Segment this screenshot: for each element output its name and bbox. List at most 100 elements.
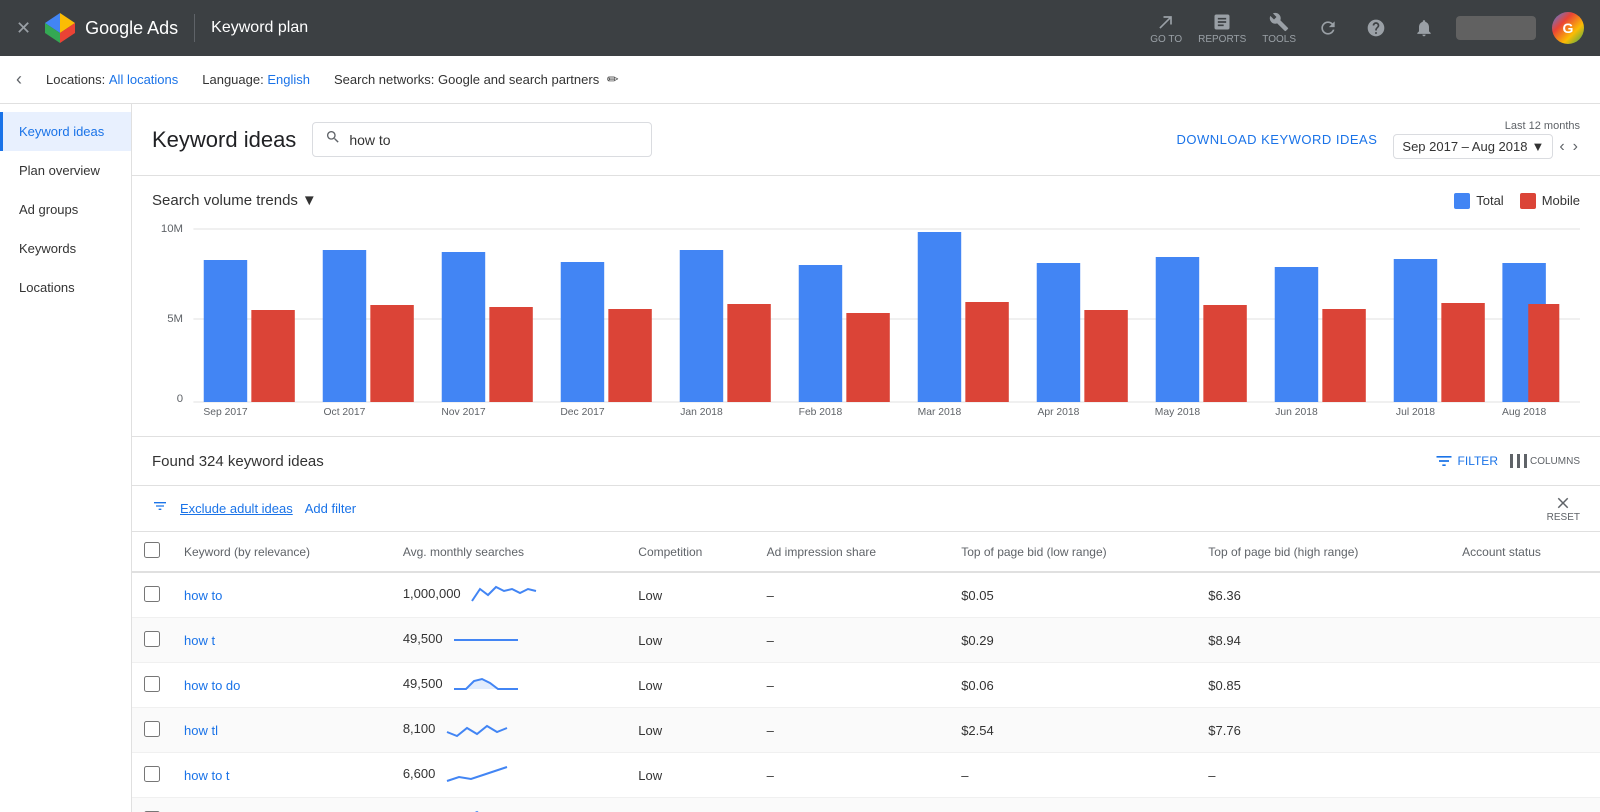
bar-feb2018-total xyxy=(799,265,842,402)
legend-total: Total xyxy=(1454,193,1503,209)
bar-jul2018-total xyxy=(1394,259,1437,402)
sub-navigation: ‹ Locations: All locations Language: Eng… xyxy=(0,56,1600,104)
keyword-ideas-header: Keyword ideas DOWNLOAD KEYWORD IDEAS Las… xyxy=(132,104,1600,176)
locations-filter: Locations: All locations xyxy=(46,72,178,87)
row-bid-low: – xyxy=(949,753,1196,798)
search-volume-trends-button[interactable]: Search volume trends ▼ xyxy=(152,192,317,209)
row-checkbox[interactable] xyxy=(144,721,160,737)
avatar[interactable]: G xyxy=(1552,12,1584,44)
download-keyword-ideas-button[interactable]: DOWNLOAD KEYWORD IDEAS xyxy=(1176,132,1377,147)
bar-mar2018-total xyxy=(918,232,961,402)
svg-text:Jul 2018: Jul 2018 xyxy=(1396,407,1435,417)
nav-divider xyxy=(194,14,195,42)
add-filter-link[interactable]: Add filter xyxy=(305,501,356,516)
sidebar-item-keywords[interactable]: Keywords xyxy=(0,229,131,268)
row-competition: Low xyxy=(626,708,754,753)
select-all-checkbox[interactable] xyxy=(144,542,160,558)
filter-button[interactable]: FILTER xyxy=(1434,451,1498,471)
top-navigation: ✕ Google Ads Keyword plan GO TO REPORTS … xyxy=(0,0,1600,56)
table-row: how to 1,000,000 Low – $0.05 $6.36 xyxy=(132,572,1600,618)
logo-container: Google Ads xyxy=(43,11,178,45)
found-count: Found 324 keyword ideas xyxy=(152,453,1434,470)
search-volume-chart: 10M 5M 0 Sep 2017 Oct 2017 xyxy=(152,217,1580,420)
sidebar-item-plan-overview[interactable]: Plan overview xyxy=(0,151,131,190)
row-checkbox[interactable] xyxy=(144,586,160,602)
row-checkbox-cell[interactable] xyxy=(132,798,172,812)
row-bid-high: $10.50 xyxy=(1196,798,1450,812)
row-checkbox[interactable] xyxy=(144,676,160,692)
language-filter: Language: English xyxy=(202,72,310,87)
filter-bar: Exclude adult ideas Add filter RESET xyxy=(132,486,1600,532)
row-checkbox-cell[interactable] xyxy=(132,618,172,663)
row-account-status xyxy=(1450,753,1600,798)
bar-mar2018-mobile xyxy=(965,302,1008,402)
reports-button[interactable]: REPORTS xyxy=(1198,12,1246,45)
row-checkbox-cell[interactable] xyxy=(132,663,172,708)
row-ad-share: – xyxy=(755,753,950,798)
date-prev-button[interactable]: ‹ xyxy=(1557,136,1566,158)
sidebar-item-locations[interactable]: Locations xyxy=(0,268,131,307)
chart-header: Search volume trends ▼ Total Mobile xyxy=(152,192,1580,209)
row-bid-low: $0.05 xyxy=(949,572,1196,618)
sidebar-item-ad-groups[interactable]: Ad groups xyxy=(0,190,131,229)
col-checkbox xyxy=(132,532,172,572)
app-name: Google Ads xyxy=(85,18,178,39)
edit-icon[interactable]: ✏ xyxy=(607,71,619,87)
row-ad-share: – xyxy=(755,798,950,812)
chevron-down-icon: ▼ xyxy=(1531,139,1544,154)
tools-button[interactable]: TOOLS xyxy=(1262,12,1296,45)
svg-text:Feb 2018: Feb 2018 xyxy=(799,407,843,417)
locations-value[interactable]: All locations xyxy=(109,72,178,87)
col-bid-low: Top of page bid (low range) xyxy=(949,532,1196,572)
row-checkbox-cell[interactable] xyxy=(132,753,172,798)
content-area: Keyword ideas DOWNLOAD KEYWORD IDEAS Las… xyxy=(132,104,1600,812)
row-checkbox[interactable] xyxy=(144,631,160,647)
keywords-table: Keyword (by relevance) Avg. monthly sear… xyxy=(132,532,1600,812)
language-value[interactable]: English xyxy=(267,72,310,87)
row-bid-high: $6.36 xyxy=(1196,572,1450,618)
date-range-selector[interactable]: Sep 2017 – Aug 2018 ▼ xyxy=(1393,134,1553,159)
row-searches: 4,400 xyxy=(391,798,626,812)
sidebar-item-keyword-ideas[interactable]: Keyword ideas xyxy=(0,112,131,151)
row-keyword: how to do xyxy=(172,663,391,708)
back-chevron[interactable]: ‹ xyxy=(16,69,22,90)
sidebar: Keyword ideas Plan overview Ad groups Ke… xyxy=(0,104,132,812)
date-range-label: Last 12 months xyxy=(1505,120,1580,132)
search-input[interactable] xyxy=(349,132,639,148)
svg-text:Dec 2017: Dec 2017 xyxy=(560,407,605,417)
row-bid-low: $0.29 xyxy=(949,618,1196,663)
bar-dec2017-mobile xyxy=(608,309,651,402)
columns-button[interactable]: COLUMNS xyxy=(1506,449,1580,473)
date-next-button[interactable]: › xyxy=(1571,136,1580,158)
row-searches: 8,100 xyxy=(391,708,626,753)
nav-icons: GO TO REPORTS TOOLS G xyxy=(1150,12,1584,45)
close-icon[interactable]: ✕ xyxy=(16,18,31,39)
filter-funnel-icon xyxy=(152,498,168,519)
col-keyword: Keyword (by relevance) xyxy=(172,532,391,572)
row-account-status xyxy=(1450,708,1600,753)
svg-text:Mar 2018: Mar 2018 xyxy=(918,407,962,417)
refresh-button[interactable] xyxy=(1312,12,1344,44)
account-bar[interactable] xyxy=(1456,16,1536,40)
bar-jan2018-mobile xyxy=(727,304,770,402)
row-checkbox[interactable] xyxy=(144,766,160,782)
bar-sep2017-total xyxy=(204,260,247,402)
svg-text:May 2018: May 2018 xyxy=(1155,407,1201,417)
row-checkbox-cell[interactable] xyxy=(132,572,172,618)
row-account-status xyxy=(1450,798,1600,812)
reset-button[interactable]: RESET xyxy=(1547,494,1580,523)
row-ad-share: – xyxy=(755,618,950,663)
date-range-container: Last 12 months Sep 2017 – Aug 2018 ▼ ‹ › xyxy=(1393,120,1580,159)
help-button[interactable] xyxy=(1360,12,1392,44)
goto-button[interactable]: GO TO xyxy=(1150,12,1182,45)
toolbar-icons: FILTER COLUMNS xyxy=(1434,449,1580,473)
legend-mobile-color xyxy=(1520,193,1536,209)
notifications-button[interactable] xyxy=(1408,12,1440,44)
row-searches: 6,600 xyxy=(391,753,626,798)
exclude-adult-ideas-link[interactable]: Exclude adult ideas xyxy=(180,501,293,516)
main-layout: Keyword ideas Plan overview Ad groups Ke… xyxy=(0,104,1600,812)
svg-text:Oct 2017: Oct 2017 xyxy=(324,407,366,417)
bar-nov2017-total xyxy=(442,252,485,402)
svg-text:5M: 5M xyxy=(167,313,183,325)
row-checkbox-cell[interactable] xyxy=(132,708,172,753)
